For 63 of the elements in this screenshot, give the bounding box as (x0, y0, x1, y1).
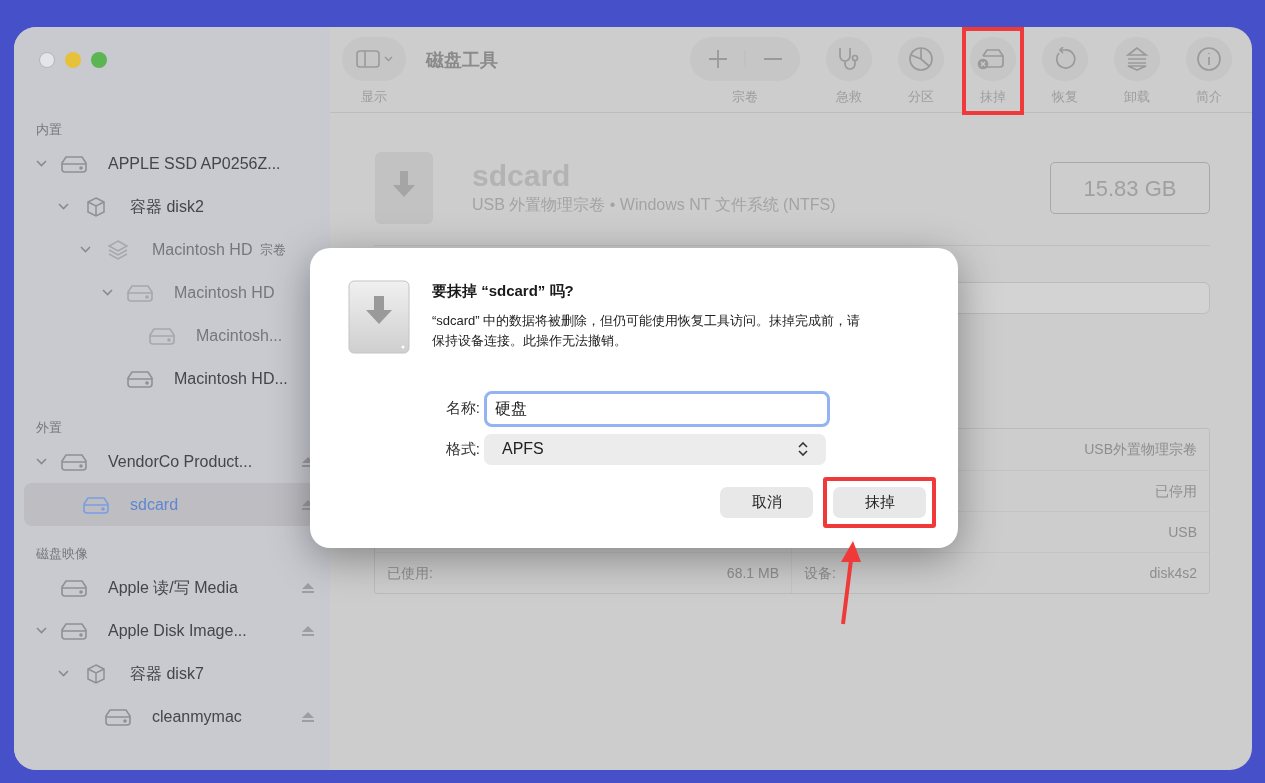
drive-icon (104, 707, 132, 726)
info-value: 已停用 (1155, 481, 1197, 501)
eject-icon[interactable] (302, 582, 314, 593)
section-header: 磁盘映像 (35, 545, 89, 563)
info-value: 68.1 MB (726, 563, 779, 583)
drive-icon (82, 495, 110, 514)
format-dropdown[interactable]: APFS (484, 433, 826, 465)
minimize-button[interactable] (65, 52, 81, 68)
circular-arrow-icon (1053, 47, 1077, 71)
sidebar-item[interactable]: cleanmymac (24, 695, 328, 738)
dialog-button[interactable]: 抹掉 (833, 486, 926, 518)
external-drive-icon (374, 151, 434, 225)
info-icon (1196, 46, 1222, 72)
layers-icon (107, 239, 129, 260)
info-label: 设备: (804, 563, 836, 583)
drive-icon (60, 154, 88, 173)
info-value: USB (1168, 522, 1197, 542)
sidebar-item[interactable]: VendorCo Product... (24, 440, 328, 483)
up-down-chevron-icon (798, 442, 808, 456)
format-label: 格式: (444, 438, 480, 459)
cube-icon (86, 663, 106, 684)
drive-icon (60, 578, 88, 597)
drive-icon (126, 283, 154, 302)
sidebar-item[interactable]: Apple Disk Image... (24, 609, 328, 652)
drive-icon (60, 621, 88, 640)
dialog-message: “sdcard” 中的数据将被删除，但仍可能使用恢复工具访问。抹掉完成前，请保持设备连接。此操作无法撤销。 (432, 311, 862, 350)
sidebar-item[interactable]: 容器 disk7 (24, 652, 328, 695)
sidebar-toggle-button[interactable] (342, 37, 406, 81)
drive-icon (60, 452, 88, 471)
chevron-down-icon[interactable] (57, 203, 69, 210)
window-title: 磁盘工具 (426, 49, 498, 72)
dialog-button[interactable]: 取消 (720, 486, 813, 518)
drive-icon (126, 369, 154, 388)
dialog-title: 要抹掉 “sdcard” 吗? (432, 281, 575, 301)
eject-icon[interactable] (302, 711, 314, 722)
pie-chart-icon (908, 46, 934, 72)
sidebar-item[interactable]: Apple 读/写 Media (24, 566, 328, 609)
chevron-down-icon[interactable] (101, 289, 113, 296)
info-value: USB外置物理宗卷 (1084, 440, 1197, 459)
name-label: 名称: (444, 398, 480, 419)
chevron-down-icon[interactable] (35, 458, 47, 465)
drive-icon (148, 326, 176, 345)
name-field[interactable]: 硬盘 (484, 390, 830, 427)
chevron-down-icon[interactable] (79, 246, 91, 253)
chevron-down-icon (383, 56, 393, 62)
chevron-down-icon[interactable] (57, 670, 69, 677)
section-header: 内置 (35, 121, 63, 139)
item-suffix: 宗卷 (260, 240, 287, 259)
section-header: 外置 (35, 419, 63, 437)
chevron-down-icon[interactable] (35, 627, 47, 634)
zoom-button[interactable] (91, 52, 107, 68)
eject-icon[interactable] (302, 625, 314, 636)
chevron-down-icon[interactable] (35, 160, 47, 167)
sidebar-icon (355, 50, 380, 68)
sidebar-item[interactable]: APPLE SSD AP0256Z... (24, 142, 328, 185)
sidebar-item[interactable]: Macintosh HD... (24, 357, 328, 400)
close-button[interactable] (39, 52, 55, 68)
cube-icon (86, 196, 106, 217)
sidebar-item[interactable]: 容器 disk2 (24, 185, 328, 228)
eject-icon (1125, 46, 1149, 72)
info-value: disk4s2 (1149, 563, 1197, 583)
name-input[interactable]: 硬盘 (495, 396, 819, 421)
external-drive-icon (348, 280, 410, 354)
